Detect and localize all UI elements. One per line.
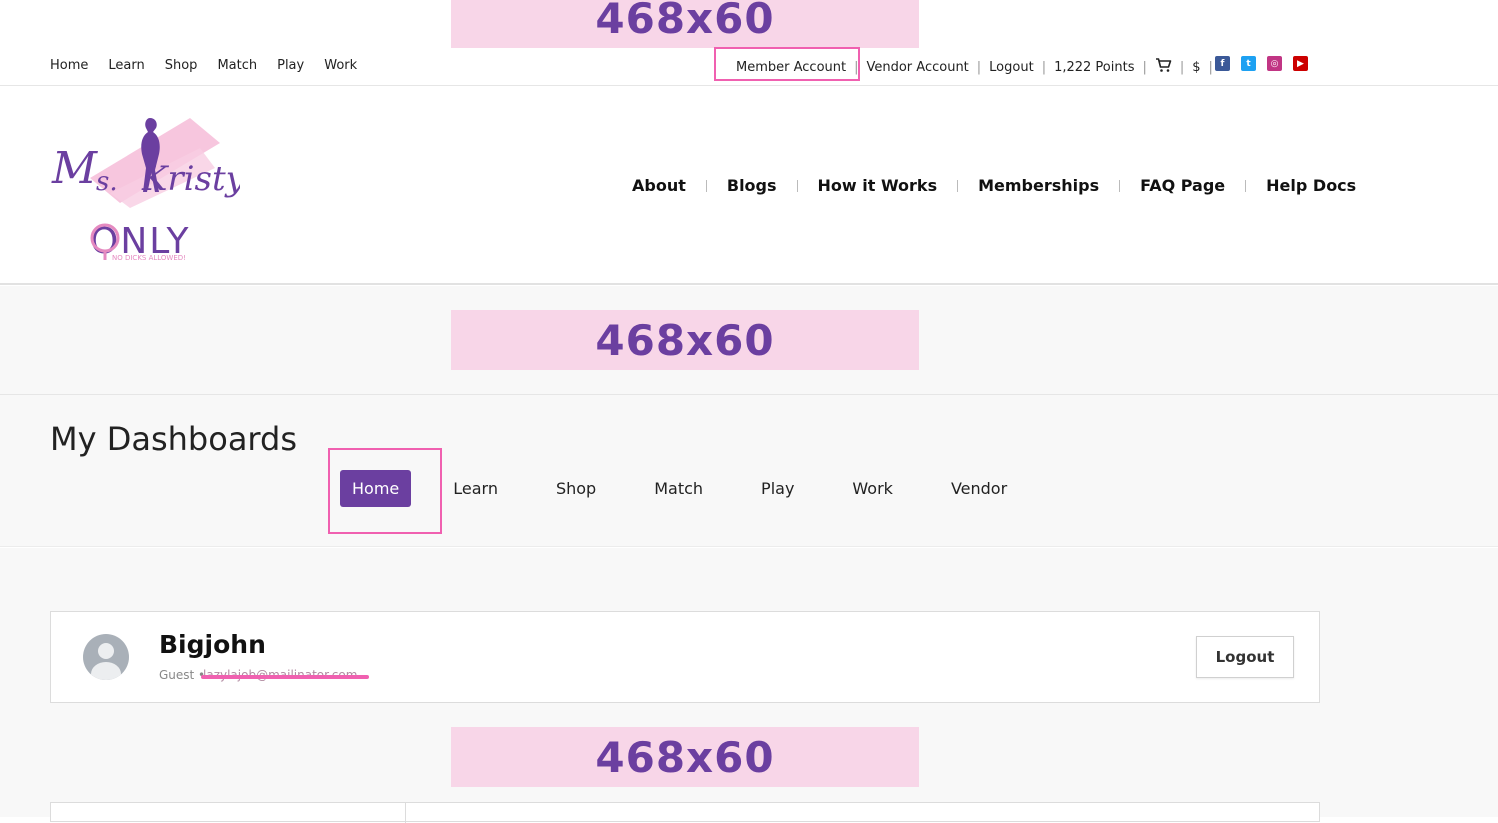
top-nav-work[interactable]: Work [324,58,357,73]
top-nav-learn[interactable]: Learn [108,58,144,73]
vendor-account-link[interactable]: Vendor Account [866,60,968,75]
tab-learn[interactable]: Learn [453,479,498,498]
separator [957,179,959,192]
social-links: f t ◎ ▶ [1215,56,1308,71]
twitter-icon[interactable]: t [1241,56,1256,71]
tab-vendor[interactable]: Vendor [951,479,1007,498]
dashboard-section: My Dashboards Home Learn Shop Match Play… [0,395,1498,547]
nav-how-it-works[interactable]: How it Works [818,176,938,195]
separator [705,179,707,192]
nav-faq-page[interactable]: FAQ Page [1140,176,1225,195]
bottom-ad-banner[interactable]: 468x60 [451,727,919,787]
separator [1119,179,1121,192]
member-account-link[interactable]: Member Account [736,60,846,75]
home-tab-highlight [328,448,442,534]
site-header: M s. Kristy's ONLY NO DICKS ALLOWED! Abo… [0,86,1498,285]
tab-work[interactable]: Work [852,479,893,498]
top-nav-play[interactable]: Play [277,58,304,73]
youtube-icon[interactable]: ▶ [1293,56,1308,71]
tab-play[interactable]: Play [761,479,794,498]
cart-icon[interactable] [1155,58,1172,77]
points-link[interactable]: 1,222 Points [1054,60,1134,75]
svg-text:NO DICKS ALLOWED!: NO DICKS ALLOWED! [112,254,186,262]
tab-shop[interactable]: Shop [556,479,596,498]
separator: | [1208,60,1213,75]
nav-about[interactable]: About [632,176,686,195]
account-links: Member Account | Vendor Account | Logout… [720,58,1221,77]
profile-name: Bigjohn [159,630,266,659]
email-redaction [201,675,369,679]
profile-role: Guest • [159,668,206,682]
logout-button[interactable]: Logout [1196,636,1294,678]
logout-link[interactable]: Logout [989,60,1034,75]
dashboard-tabs: Home Learn Shop Match Play Work Vendor [340,470,1065,507]
middle-ad-banner[interactable]: 468x60 [451,310,919,370]
top-nav-shop[interactable]: Shop [165,58,198,73]
nav-blogs[interactable]: Blogs [727,176,777,195]
currency-link[interactable]: $ [1192,60,1200,75]
separator: | [976,60,982,75]
separator: | [1179,60,1185,75]
site-logo[interactable]: M s. Kristy's ONLY NO DICKS ALLOWED! [50,108,272,263]
svg-text:M: M [51,143,98,194]
top-nav: Home Learn Shop Match Play Work [50,58,357,73]
instagram-icon[interactable]: ◎ [1267,56,1282,71]
svg-text:s.: s. [96,167,118,197]
separator [1245,179,1247,192]
avatar [83,634,129,680]
lower-panel [50,802,1320,823]
main-nav: About Blogs How it Works Memberships FAQ… [632,176,1356,195]
separator: | [1041,60,1047,75]
top-bar: Home Learn Shop Match Play Work Member A… [0,46,1498,86]
nav-help-docs[interactable]: Help Docs [1266,176,1356,195]
nav-memberships[interactable]: Memberships [978,176,1099,195]
separator: | [854,60,859,75]
svg-text:Kristy's: Kristy's [141,159,240,199]
separator: | [1142,60,1147,75]
tab-match[interactable]: Match [654,479,703,498]
top-nav-home[interactable]: Home [50,58,88,73]
facebook-icon[interactable]: f [1215,56,1230,71]
top-nav-match[interactable]: Match [217,58,257,73]
page-title: My Dashboards [50,420,297,458]
top-ad-banner[interactable]: 468x60 [451,0,919,48]
profile-card: Bigjohn Guest • lazylajob@mailinator.com… [50,611,1320,703]
separator [796,179,798,192]
